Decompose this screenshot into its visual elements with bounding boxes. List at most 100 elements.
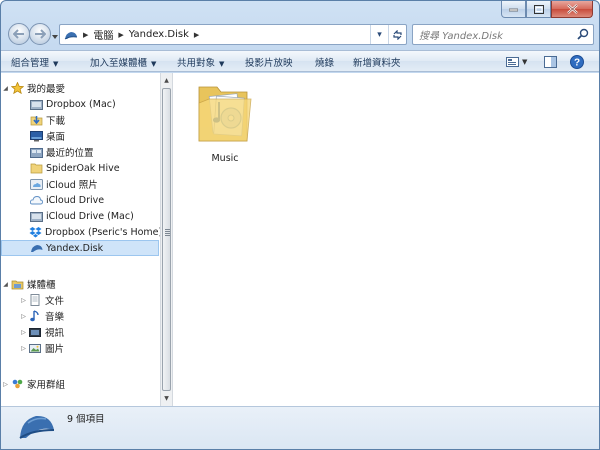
sidebar-item-spideroak-hive[interactable]: SpiderOak Hive (1, 160, 159, 176)
expand-triangle-icon[interactable]: ▷ (19, 313, 28, 320)
yandex-disk-icon (29, 242, 43, 254)
spideroak-icon (29, 162, 43, 174)
close-icon (566, 4, 578, 14)
address-history-dropdown[interactable]: ▾ (370, 25, 388, 44)
homegroup-group[interactable]: ▷ 家用群組 (1, 376, 159, 392)
recent-pages-dropdown[interactable] (52, 31, 58, 42)
sidebar-item-icloud-drive-mac[interactable]: iCloud Drive (Mac) (1, 208, 159, 224)
homegroup-label: 家用群組 (27, 380, 66, 391)
maximize-button[interactable] (526, 1, 551, 18)
refresh-button[interactable] (388, 25, 406, 44)
yandex-disk-icon (64, 30, 78, 40)
music-icon (28, 310, 42, 322)
svg-text:?: ? (574, 57, 580, 68)
libraries-label: 媒體櫃 (27, 280, 56, 291)
chevron-down-icon: ▼ (151, 60, 157, 68)
desktop-icon (29, 130, 43, 142)
sidebar-item-desktop[interactable]: 桌面 (1, 128, 159, 144)
search-box[interactable]: 搜尋 Yandex.Disk (412, 24, 594, 45)
command-bar: 組合管理 ▼ 加入至媒體櫃 ▼ 共用對象 ▼ 投影片放映 燒錄 新增資料夾 ▼ ? (1, 50, 599, 72)
chevron-down-icon (52, 35, 58, 39)
new-folder-label: 新增資料夾 (353, 58, 401, 69)
scroll-up-arrow[interactable]: ▲ (161, 74, 172, 87)
breadcrumb-yandex-disk[interactable]: Yandex.Disk (129, 29, 189, 40)
libraries-group[interactable]: ◢ 媒體櫃 (1, 276, 159, 292)
folder-label: Music (211, 153, 239, 164)
scroll-down-arrow[interactable]: ▼ (161, 392, 172, 405)
sidebar-item-music[interactable]: ▷ 音樂 (1, 308, 159, 324)
sidebar-item-downloads[interactable]: 下載 (1, 112, 159, 128)
details-pane: 9 個項目 (1, 406, 599, 449)
sidebar-item-label: iCloud 照片 (46, 180, 98, 191)
breadcrumb-computer[interactable]: 電腦 (93, 27, 113, 42)
favorites-group[interactable]: ◢ 我的最愛 (1, 80, 159, 96)
expand-triangle-icon[interactable]: ▷ (1, 381, 10, 388)
sidebar-item-yandex-disk[interactable]: Yandex.Disk (1, 240, 159, 256)
burn-button[interactable]: 燒錄 (315, 55, 334, 69)
dropbox-mac-icon (29, 98, 43, 110)
search-icon[interactable] (577, 28, 589, 43)
minimize-button[interactable] (501, 1, 526, 18)
organize-label: 組合管理 (11, 58, 50, 69)
share-with-button[interactable]: 共用對象 ▼ (177, 55, 224, 69)
change-view-button[interactable]: ▼ (506, 54, 527, 69)
forward-button[interactable] (29, 23, 51, 45)
dropbox-icon (29, 226, 42, 238)
slideshow-label: 投影片放映 (245, 58, 293, 69)
breadcrumb-separator[interactable]: ▶ (118, 31, 123, 39)
sidebar-item-dropbox[interactable]: Dropbox (Pseric's Home) (1, 224, 163, 240)
include-in-library-button[interactable]: 加入至媒體櫃 ▼ (90, 55, 156, 69)
preview-pane-icon (544, 55, 557, 68)
favorites-star-icon (10, 82, 24, 94)
videos-icon (28, 326, 42, 338)
main-area: ◢ 我的最愛 Dropbox (Mac) 下載 桌面 最近的位置 SpiderO… (1, 73, 599, 406)
expand-triangle-icon[interactable]: ▷ (19, 345, 28, 352)
folder-item-music[interactable]: Music (191, 79, 259, 164)
collapse-triangle-icon[interactable]: ◢ (1, 85, 10, 92)
back-button[interactable] (8, 23, 30, 45)
item-count: 9 個項目 (67, 414, 105, 425)
chevron-down-icon: ▼ (53, 60, 59, 68)
sidebar-item-recent-places[interactable]: 最近的位置 (1, 144, 159, 160)
sidebar-item-icloud-drive[interactable]: iCloud Drive (1, 192, 159, 208)
breadcrumb-separator[interactable]: ▶ (194, 31, 199, 39)
share-with-label: 共用對象 (177, 58, 216, 69)
breadcrumb-separator[interactable]: ▶ (83, 31, 88, 39)
expand-triangle-icon[interactable]: ▷ (19, 297, 28, 304)
sidebar-item-pictures[interactable]: ▷ 圖片 (1, 340, 159, 356)
view-icon (506, 56, 519, 67)
sidebar-item-label: Dropbox (Mac) (46, 98, 116, 110)
organize-button[interactable]: 組合管理 ▼ (11, 55, 58, 69)
new-folder-button[interactable]: 新增資料夾 (353, 55, 401, 69)
expand-triangle-icon[interactable]: ▷ (19, 329, 28, 336)
sidebar-item-icloud-photos[interactable]: iCloud 照片 (1, 176, 159, 192)
back-arrow-icon (13, 29, 24, 39)
help-button[interactable]: ? (570, 54, 584, 69)
collapse-triangle-icon[interactable]: ◢ (1, 281, 10, 288)
icloud-drive-mac-icon (29, 210, 43, 222)
search-placeholder: 搜尋 Yandex.Disk (419, 31, 503, 42)
sidebar-item-documents[interactable]: ▷ 文件 (1, 292, 159, 308)
chevron-down-icon[interactable]: ▼ (522, 58, 527, 66)
pictures-icon (28, 342, 42, 354)
explorer-window: ▶ 電腦 ▶ Yandex.Disk ▶ ▾ 搜尋 Yandex.Disk 組合… (0, 0, 600, 450)
close-button[interactable] (551, 1, 593, 18)
slideshow-button[interactable]: 投影片放映 (245, 55, 293, 69)
maximize-icon (533, 4, 544, 14)
navigation-scrollbar[interactable]: ▲ ▼ (160, 73, 173, 406)
address-bar[interactable]: ▶ 電腦 ▶ Yandex.Disk ▶ ▾ (59, 24, 407, 45)
navigation-pane: ◢ 我的最愛 Dropbox (Mac) 下載 桌面 最近的位置 SpiderO… (1, 73, 163, 406)
yandex-disk-icon (18, 411, 56, 444)
sidebar-item-videos[interactable]: ▷ 視訊 (1, 324, 159, 340)
chevron-down-icon: ▼ (219, 60, 225, 68)
sidebar-item-label: Dropbox (Pseric's Home) (45, 226, 163, 238)
sidebar-item-dropbox-mac[interactable]: Dropbox (Mac) (1, 96, 159, 112)
include-in-library-label: 加入至媒體櫃 (90, 58, 148, 69)
icloud-drive-icon (29, 194, 43, 206)
scrollbar-thumb[interactable] (162, 88, 171, 391)
sidebar-item-label: 音樂 (45, 312, 65, 323)
sidebar-item-label: 視訊 (45, 328, 65, 339)
preview-pane-button[interactable] (544, 54, 557, 69)
refresh-icon (393, 29, 402, 40)
forward-arrow-icon (35, 29, 46, 39)
